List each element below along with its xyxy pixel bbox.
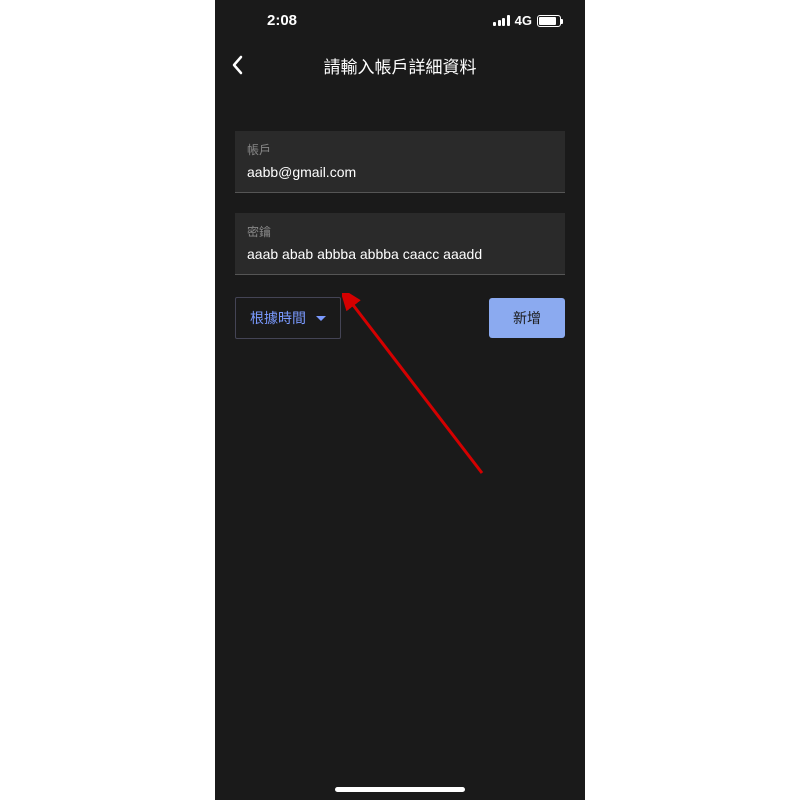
- account-input[interactable]: [247, 164, 553, 180]
- network-label: 4G: [515, 13, 532, 28]
- signal-icon: [493, 15, 510, 26]
- status-time: 2:08: [239, 12, 297, 29]
- phone-screen: 2:08 4G 請輸入帳戶詳細資料 帳戶 密鑰 根據時間: [215, 0, 585, 800]
- status-bar: 2:08 4G: [215, 0, 585, 37]
- form-content: 帳戶 密鑰 根據時間 新增: [215, 99, 585, 339]
- account-field[interactable]: 帳戶: [235, 131, 565, 193]
- page-title: 請輸入帳戶詳細資料: [215, 53, 585, 78]
- home-indicator[interactable]: [335, 787, 465, 792]
- secret-field[interactable]: 密鑰: [235, 213, 565, 275]
- time-basis-dropdown[interactable]: 根據時間: [235, 297, 341, 339]
- submit-button[interactable]: 新增: [489, 298, 565, 338]
- account-label: 帳戶: [247, 141, 553, 158]
- back-button[interactable]: [231, 55, 259, 75]
- secret-input[interactable]: [247, 246, 553, 262]
- dropdown-label: 根據時間: [250, 308, 306, 328]
- chevron-down-icon: [316, 316, 326, 321]
- status-right: 4G: [493, 13, 561, 28]
- secret-label: 密鑰: [247, 223, 553, 240]
- battery-icon: [537, 15, 561, 27]
- nav-bar: 請輸入帳戶詳細資料: [215, 37, 585, 99]
- chevron-left-icon: [231, 55, 243, 75]
- actions-row: 根據時間 新增: [235, 297, 565, 339]
